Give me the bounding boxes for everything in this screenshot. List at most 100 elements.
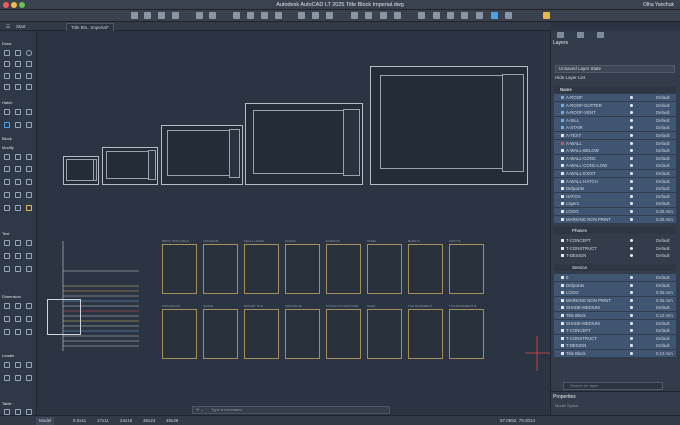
layer-color-swatch[interactable]: [561, 321, 564, 325]
palette-group-text[interactable]: Text: [2, 231, 9, 236]
layer-linetype[interactable]: Default: [656, 342, 670, 349]
layer-color-swatch[interactable]: [561, 291, 564, 295]
layer-row[interactable]: A-WALL-CONC-LOW Default: [554, 162, 676, 170]
layer-linetype[interactable]: Default: [656, 102, 670, 109]
layer-group-header[interactable]: Phases: [554, 227, 676, 235]
layer-row[interactable]: T-CONSTRUCT Default: [554, 334, 676, 342]
field-icon[interactable]: [4, 266, 10, 272]
title-block-sheet[interactable]: [102, 147, 158, 185]
hatch-swatch[interactable]: [367, 244, 402, 294]
layer-linetype[interactable]: Default: [656, 245, 670, 252]
layer-color-swatch[interactable]: [561, 329, 564, 333]
new-file-icon[interactable]: [131, 12, 138, 19]
layer-color-swatch[interactable]: [561, 254, 564, 258]
layer-linetype[interactable]: 0.05 mm: [656, 289, 673, 296]
layer-on-icon[interactable]: [630, 276, 633, 279]
layer-on-icon[interactable]: [630, 246, 633, 250]
layer-on-icon[interactable]: [630, 141, 633, 145]
layer-on-icon[interactable]: [630, 298, 633, 302]
mtext-icon[interactable]: [4, 240, 10, 246]
layer-on-icon[interactable]: [630, 126, 633, 130]
markup-icon[interactable]: [380, 12, 387, 19]
hatch-swatch[interactable]: [285, 244, 320, 294]
layer-linetype[interactable]: Default: [656, 237, 670, 244]
diameter-dim-icon[interactable]: [15, 316, 21, 322]
join-icon[interactable]: [26, 205, 32, 211]
gradient-icon[interactable]: [15, 109, 21, 115]
layer-color-swatch[interactable]: [561, 276, 564, 279]
layer-linetype[interactable]: Default: [656, 274, 670, 281]
layer-linetype[interactable]: Default: [656, 124, 670, 131]
layer-row[interactable]: 0 Default: [554, 274, 676, 281]
break-icon[interactable]: [15, 205, 21, 211]
layer-on-icon[interactable]: [630, 156, 633, 160]
hatch-swatch[interactable]: [203, 244, 238, 294]
layer-on-icon[interactable]: [630, 118, 633, 122]
layer-search-input[interactable]: Search for layer: [563, 382, 663, 390]
layer-on-icon[interactable]: [630, 254, 633, 258]
table-icon[interactable]: [15, 266, 21, 272]
hatch-swatch[interactable]: [449, 309, 484, 359]
layer-linetype[interactable]: Default: [656, 320, 670, 327]
mirror-icon[interactable]: [15, 166, 21, 172]
hatch-swatch[interactable]: [449, 244, 484, 294]
compare-icon[interactable]: [394, 12, 401, 19]
title-block-sheet[interactable]: [63, 156, 99, 185]
layer-row[interactable]: A-ROOF-GUTTER Default: [554, 101, 676, 109]
layer-on-icon[interactable]: [630, 194, 633, 198]
offset-icon[interactable]: [15, 192, 21, 198]
layer-on-icon[interactable]: [630, 172, 633, 175]
hatch-swatch[interactable]: [162, 309, 197, 359]
tab-start[interactable]: Start: [12, 23, 30, 31]
layout-tab[interactable]: 17x11: [94, 417, 112, 425]
extend-icon[interactable]: [15, 179, 21, 185]
add-leader-icon[interactable]: [15, 362, 21, 368]
layer-linetype[interactable]: Default: [656, 200, 670, 207]
title-block-sheet[interactable]: [370, 66, 528, 185]
layer-row[interactable]: MARKING NON PRINT 0.05 mm: [554, 215, 676, 223]
zoom-text-icon[interactable]: [26, 253, 32, 259]
save-icon[interactable]: [158, 12, 165, 19]
array-icon[interactable]: [4, 192, 10, 198]
layer-on-icon[interactable]: [630, 239, 633, 243]
aligned-dim-icon[interactable]: [15, 303, 21, 309]
layer-on-icon[interactable]: [630, 210, 633, 213]
exchange-icon[interactable]: [476, 12, 483, 19]
hatch-swatch[interactable]: [285, 309, 320, 359]
model-tab[interactable]: Model: [36, 417, 55, 425]
layer-row[interactable]: A-STAIR Default: [554, 124, 676, 132]
text-style-icon[interactable]: [15, 253, 21, 259]
hatch-swatch[interactable]: [203, 309, 238, 359]
layer-color-swatch[interactable]: [561, 126, 564, 130]
layer-row[interactable]: A-SILL Default: [554, 116, 676, 124]
hatch-swatch[interactable]: [408, 309, 443, 359]
layer-linetype[interactable]: 0.13 mm: [656, 350, 673, 357]
hatch-swatch[interactable]: [367, 309, 402, 359]
rectangle-icon[interactable]: [4, 73, 10, 79]
save-as-icon[interactable]: [172, 12, 179, 19]
layer-color-swatch[interactable]: [561, 352, 564, 355]
hatch-swatch[interactable]: [244, 244, 279, 294]
layer-linetype[interactable]: Default: [656, 178, 670, 185]
layer-color-swatch[interactable]: [561, 172, 564, 175]
layer-row[interactable]: A-WALL-CONC Default: [554, 154, 676, 162]
layer-color-swatch[interactable]: [561, 246, 564, 250]
layer-row[interactable]: MARKING NON PRINT 0.05 mm: [554, 296, 676, 304]
layer-on-icon[interactable]: [630, 179, 633, 183]
open-file-icon[interactable]: [144, 12, 151, 19]
spline-icon[interactable]: [15, 61, 21, 67]
layer-color-swatch[interactable]: [561, 217, 564, 221]
layer-row[interactable]: LOGO 0.05 mm: [554, 208, 676, 215]
layer-linetype[interactable]: 0.05 mm: [656, 208, 673, 215]
arc-icon[interactable]: [4, 61, 10, 67]
layer-row[interactable]: A-ROOF-VENT Default: [554, 109, 676, 117]
layers-tab-icon[interactable]: [557, 32, 564, 38]
hide-icon[interactable]: [447, 12, 454, 19]
trim-icon[interactable]: [4, 179, 10, 185]
layer-color-swatch[interactable]: [561, 149, 564, 153]
layer-on-icon[interactable]: [630, 344, 633, 348]
layer-color-swatch[interactable]: [561, 134, 564, 137]
layer-on-icon[interactable]: [630, 336, 633, 340]
palette-group-block[interactable]: Block: [2, 136, 12, 141]
layer-on-icon[interactable]: [630, 187, 633, 191]
